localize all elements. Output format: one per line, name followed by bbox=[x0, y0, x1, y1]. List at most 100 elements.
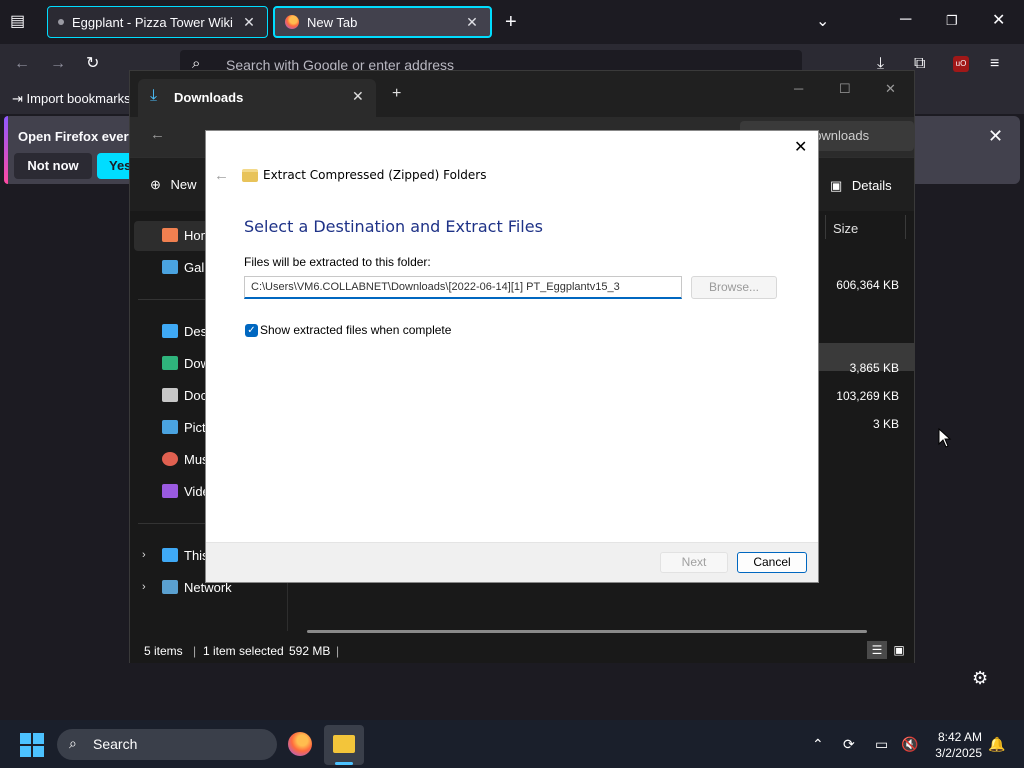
ublock-icon[interactable]: uO bbox=[953, 56, 969, 72]
import-bookmarks-button[interactable]: ⇥ Import bookmarks bbox=[12, 91, 131, 107]
new-button[interactable]: ⊕ New bbox=[150, 177, 197, 193]
details-pane-icon: ▣ bbox=[830, 178, 843, 193]
status-bar: 5 items | 1 item selected 592 MB | bbox=[130, 639, 914, 663]
forward-arrow-icon[interactable]: → bbox=[50, 54, 66, 74]
chevron-right-icon[interactable]: › bbox=[142, 581, 146, 593]
size-cell: 3,865 KB bbox=[849, 361, 899, 375]
new-tab-plus-icon[interactable]: + bbox=[392, 85, 401, 103]
maximize-icon[interactable]: ☐ bbox=[839, 81, 851, 97]
new-label: New bbox=[170, 177, 197, 192]
item-count: 5 items bbox=[144, 644, 183, 658]
minimize-icon[interactable]: ─ bbox=[900, 10, 911, 30]
reload-icon[interactable]: ↻ bbox=[86, 54, 99, 74]
minimize-icon[interactable]: ─ bbox=[794, 81, 803, 96]
firefox-favicon-icon bbox=[285, 15, 299, 29]
download-icon: ⤓ bbox=[150, 87, 158, 104]
mouse-cursor-icon bbox=[938, 428, 952, 448]
windows-logo-icon bbox=[20, 733, 31, 744]
import-bookmarks-label: Import bookmarks bbox=[26, 91, 131, 106]
close-icon[interactable]: ✕ bbox=[794, 137, 807, 157]
sync-icon[interactable]: ⟳ bbox=[843, 736, 855, 753]
restore-icon[interactable]: ❐ bbox=[946, 11, 958, 31]
close-icon[interactable]: ✕ bbox=[988, 126, 1003, 147]
destination-label: Files will be extracted to this folder: bbox=[244, 255, 431, 269]
column-separator bbox=[905, 215, 906, 239]
gallery-icon bbox=[162, 260, 178, 274]
taskbar-search[interactable]: ⌕ Search bbox=[57, 729, 277, 760]
browse-button[interactable]: Browse... bbox=[691, 276, 777, 299]
videos-icon bbox=[162, 484, 178, 498]
notification-bell-icon[interactable]: 🔔 bbox=[988, 736, 1005, 753]
column-header-size[interactable]: Size bbox=[833, 221, 858, 236]
divider: | bbox=[336, 644, 340, 658]
network-icon bbox=[162, 580, 178, 594]
close-window-icon[interactable]: ✕ bbox=[885, 81, 896, 97]
file-explorer-taskbar-icon[interactable] bbox=[324, 725, 364, 765]
explorer-tab-title: Downloads bbox=[174, 90, 244, 105]
tab-overview-icon[interactable]: ▤ bbox=[10, 12, 25, 32]
details-view-icon[interactable]: ☰ bbox=[867, 641, 887, 659]
document-icon bbox=[162, 388, 178, 402]
details-button[interactable]: ▣ Details bbox=[830, 178, 892, 194]
selection-count: 1 item selected bbox=[203, 644, 284, 658]
close-tab-icon[interactable]: ✕ bbox=[352, 88, 364, 105]
notification-text: Open Firefox every bbox=[18, 129, 136, 144]
search-icon: ⌕ bbox=[69, 735, 77, 751]
music-icon bbox=[162, 452, 178, 466]
chevron-down-icon[interactable]: ⌄ bbox=[816, 12, 829, 32]
next-button[interactable]: Next bbox=[660, 552, 728, 573]
column-separator bbox=[825, 215, 826, 239]
show-files-checkbox[interactable]: ✓ bbox=[245, 324, 258, 337]
firefox-tab-strip: ▤ Eggplant - Pizza Tower Wiki ✕ New Tab … bbox=[0, 0, 1024, 44]
extensions-icon[interactable]: ⧉ bbox=[914, 54, 925, 74]
home-icon bbox=[162, 228, 178, 242]
tiles-view-icon[interactable]: ▣ bbox=[889, 641, 909, 659]
clock-time[interactable]: 8:42 AM bbox=[930, 730, 982, 744]
desktop-icon bbox=[162, 324, 178, 338]
show-files-checkbox-label[interactable]: Show extracted files when complete bbox=[260, 323, 451, 337]
divider: | bbox=[193, 644, 197, 658]
close-tab-icon[interactable]: ✕ bbox=[464, 14, 480, 31]
explorer-tab-downloads[interactable]: ⤓ Downloads ✕ bbox=[138, 79, 376, 117]
back-arrow-icon[interactable]: ← bbox=[214, 167, 229, 184]
dialog-heading: Select a Destination and Extract Files bbox=[244, 217, 543, 236]
plus-circle-icon: ⊕ bbox=[150, 177, 161, 192]
destination-path-input[interactable]: C:\Users\VM6.COLLABNET\Downloads\[2022-0… bbox=[244, 276, 682, 299]
explorer-title-bar: ⤓ Downloads ✕ + ─ ☐ ✕ bbox=[130, 71, 914, 117]
selection-size: 592 MB bbox=[289, 644, 331, 658]
close-window-icon[interactable]: ✕ bbox=[992, 11, 1005, 31]
size-cell: 3 KB bbox=[872, 417, 899, 431]
tab-eggplant[interactable]: Eggplant - Pizza Tower Wiki ✕ bbox=[47, 6, 268, 38]
download-icon bbox=[162, 356, 178, 370]
cancel-button[interactable]: Cancel bbox=[737, 552, 807, 573]
firefox-taskbar-icon[interactable] bbox=[288, 732, 312, 756]
yes-button[interactable]: Yes, bbox=[97, 153, 131, 179]
chevron-up-icon[interactable]: ⌃ bbox=[812, 736, 824, 753]
dialog-title: Extract Compressed (Zipped) Folders bbox=[263, 168, 487, 182]
details-label: Details bbox=[851, 178, 892, 193]
taskbar-search-label: Search bbox=[93, 736, 138, 752]
network-icon[interactable]: ▭ bbox=[875, 736, 888, 753]
horizontal-scrollbar[interactable] bbox=[307, 630, 867, 633]
back-arrow-icon[interactable]: ← bbox=[150, 126, 165, 143]
pictures-icon bbox=[162, 420, 178, 434]
not-now-button[interactable]: Not now bbox=[14, 153, 92, 179]
volume-muted-icon[interactable]: 🔇 bbox=[901, 736, 918, 753]
menu-hamburger-icon[interactable]: ≡ bbox=[990, 54, 999, 74]
back-arrow-icon[interactable]: ← bbox=[14, 54, 30, 74]
tab-new-tab[interactable]: New Tab ✕ bbox=[273, 6, 492, 38]
tab-title: Eggplant - Pizza Tower Wiki bbox=[72, 14, 233, 30]
size-cell: 606,364 KB bbox=[836, 278, 899, 292]
start-button[interactable] bbox=[20, 733, 44, 757]
close-tab-icon[interactable]: ✕ bbox=[241, 14, 257, 31]
clock-date[interactable]: 3/2/2025 bbox=[930, 746, 982, 760]
chevron-right-icon[interactable]: › bbox=[142, 549, 146, 561]
computer-icon bbox=[162, 548, 178, 562]
gear-icon[interactable]: ⚙ bbox=[972, 668, 988, 689]
new-tab-plus-icon[interactable]: + bbox=[505, 12, 517, 32]
size-cell: 103,269 KB bbox=[836, 389, 899, 403]
favicon-icon bbox=[58, 19, 64, 25]
import-icon: ⇥ bbox=[12, 91, 23, 106]
tab-title: New Tab bbox=[307, 14, 358, 30]
extract-dialog: ✕ ← Extract Compressed (Zipped) Folders … bbox=[205, 130, 819, 583]
